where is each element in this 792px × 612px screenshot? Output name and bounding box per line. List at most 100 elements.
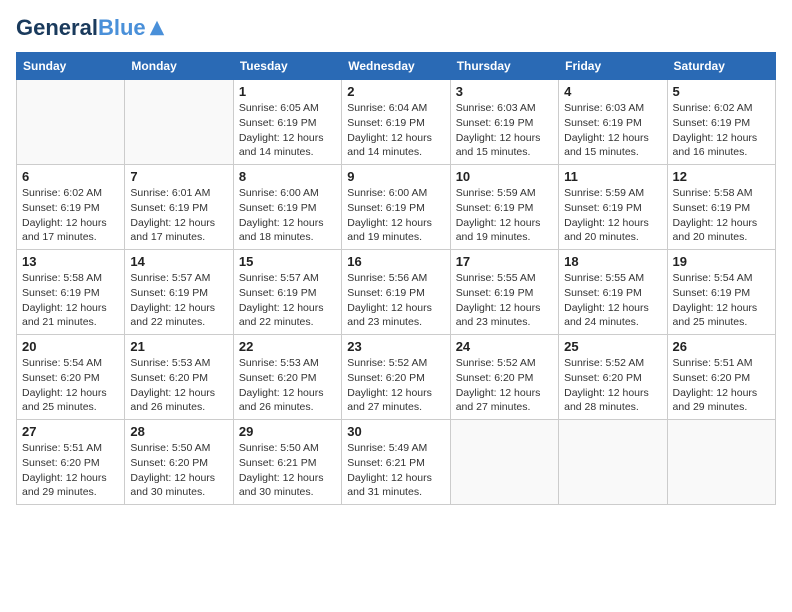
calendar-cell: 11 Sunrise: 5:59 AM Sunset: 6:19 PM Dayli… [559, 165, 667, 250]
logo-icon [148, 19, 166, 37]
day-number: 6 [22, 169, 119, 184]
day-info: Sunrise: 5:52 AM Sunset: 6:20 PM Dayligh… [456, 356, 553, 415]
calendar-cell: 18Sunrise: 5:55 AM Sunset: 6:19 PM Dayli… [559, 250, 667, 335]
weekday-header-tuesday: Tuesday [233, 53, 341, 80]
calendar-cell: 4 Sunrise: 6:03 AM Sunset: 6:19 PM Daylig… [559, 80, 667, 165]
calendar-cell: 25 Sunrise: 5:52 AM Sunset: 6:20 PM Dayli… [559, 335, 667, 420]
weekday-header-thursday: Thursday [450, 53, 558, 80]
day-info: Sunrise: 5:57 AM Sunset: 6:19 PM Dayligh… [130, 271, 227, 330]
day-number: 11 [564, 169, 661, 184]
day-info: Sunrise: 5:55 AM Sunset: 6:19 PM Dayligh… [564, 271, 661, 330]
calendar-cell: 10 Sunrise: 5:59 AM Sunset: 6:19 PM Dayli… [450, 165, 558, 250]
day-info: Sunrise: 5:50 AM Sunset: 6:20 PM Dayligh… [130, 441, 227, 500]
day-number: 23 [347, 339, 444, 354]
day-info: Sunrise: 5:53 AM Sunset: 6:20 PM Dayligh… [239, 356, 336, 415]
logo: GeneralBlue [16, 16, 166, 40]
calendar-cell: 22 Sunrise: 5:53 AM Sunset: 6:20 PM Dayli… [233, 335, 341, 420]
calendar-cell [125, 80, 233, 165]
weekday-header-friday: Friday [559, 53, 667, 80]
week-row-3: 13Sunrise: 5:58 AM Sunset: 6:19 PM Dayli… [17, 250, 776, 335]
day-info: Sunrise: 6:05 AM Sunset: 6:19 PM Dayligh… [239, 101, 336, 160]
calendar-cell: 1 Sunrise: 6:05 AM Sunset: 6:19 PM Daylig… [233, 80, 341, 165]
weekday-header-wednesday: Wednesday [342, 53, 450, 80]
week-row-5: 27 Sunrise: 5:51 AM Sunset: 6:20 PM Dayli… [17, 420, 776, 505]
day-number: 22 [239, 339, 336, 354]
calendar-cell [559, 420, 667, 505]
day-number: 29 [239, 424, 336, 439]
calendar-cell: 27 Sunrise: 5:51 AM Sunset: 6:20 PM Dayli… [17, 420, 125, 505]
day-number: 14 [130, 254, 227, 269]
calendar-cell: 3 Sunrise: 6:03 AM Sunset: 6:19 PM Daylig… [450, 80, 558, 165]
calendar-cell: 26 Sunrise: 5:51 AM Sunset: 6:20 PM Dayli… [667, 335, 775, 420]
day-number: 24 [456, 339, 553, 354]
day-number: 9 [347, 169, 444, 184]
day-number: 21 [130, 339, 227, 354]
day-info: Sunrise: 5:52 AM Sunset: 6:20 PM Dayligh… [564, 356, 661, 415]
calendar-cell: 19 Sunrise: 5:54 AM Sunset: 6:19 PM Dayli… [667, 250, 775, 335]
day-number: 27 [22, 424, 119, 439]
day-info: Sunrise: 6:03 AM Sunset: 6:19 PM Dayligh… [456, 101, 553, 160]
day-info: Sunrise: 5:52 AM Sunset: 6:20 PM Dayligh… [347, 356, 444, 415]
day-info: Sunrise: 6:01 AM Sunset: 6:19 PM Dayligh… [130, 186, 227, 245]
day-number: 8 [239, 169, 336, 184]
day-number: 2 [347, 84, 444, 99]
day-info: Sunrise: 5:55 AM Sunset: 6:19 PM Dayligh… [456, 271, 553, 330]
calendar-cell: 5 Sunrise: 6:02 AM Sunset: 6:19 PM Daylig… [667, 80, 775, 165]
calendar-cell: 14 Sunrise: 5:57 AM Sunset: 6:19 PM Dayli… [125, 250, 233, 335]
calendar-cell: 23 Sunrise: 5:52 AM Sunset: 6:20 PM Dayli… [342, 335, 450, 420]
day-number: 3 [456, 84, 553, 99]
day-info: Sunrise: 5:58 AM Sunset: 6:19 PM Dayligh… [22, 271, 119, 330]
week-row-4: 20 Sunrise: 5:54 AM Sunset: 6:20 PM Dayli… [17, 335, 776, 420]
day-info: Sunrise: 5:49 AM Sunset: 6:21 PM Dayligh… [347, 441, 444, 500]
day-info: Sunrise: 5:51 AM Sunset: 6:20 PM Dayligh… [673, 356, 770, 415]
day-info: Sunrise: 6:00 AM Sunset: 6:19 PM Dayligh… [347, 186, 444, 245]
day-number: 17 [456, 254, 553, 269]
day-number: 25 [564, 339, 661, 354]
calendar-cell: 29 Sunrise: 5:50 AM Sunset: 6:21 PM Dayli… [233, 420, 341, 505]
weekday-header-row: SundayMondayTuesdayWednesdayThursdayFrid… [17, 53, 776, 80]
calendar-cell [450, 420, 558, 505]
weekday-header-sunday: Sunday [17, 53, 125, 80]
day-number: 30 [347, 424, 444, 439]
calendar-cell: 16Sunrise: 5:56 AM Sunset: 6:19 PM Dayli… [342, 250, 450, 335]
day-number: 5 [673, 84, 770, 99]
calendar-cell: 6 Sunrise: 6:02 AM Sunset: 6:19 PM Daylig… [17, 165, 125, 250]
day-info: Sunrise: 5:54 AM Sunset: 6:19 PM Dayligh… [673, 271, 770, 330]
day-info: Sunrise: 5:51 AM Sunset: 6:20 PM Dayligh… [22, 441, 119, 500]
day-number: 7 [130, 169, 227, 184]
day-info: Sunrise: 6:02 AM Sunset: 6:19 PM Dayligh… [22, 186, 119, 245]
calendar-table: SundayMondayTuesdayWednesdayThursdayFrid… [16, 52, 776, 505]
weekday-header-saturday: Saturday [667, 53, 775, 80]
calendar-cell: 28 Sunrise: 5:50 AM Sunset: 6:20 PM Dayli… [125, 420, 233, 505]
calendar-cell: 9 Sunrise: 6:00 AM Sunset: 6:19 PM Daylig… [342, 165, 450, 250]
calendar-cell: 30 Sunrise: 5:49 AM Sunset: 6:21 PM Dayli… [342, 420, 450, 505]
day-number: 1 [239, 84, 336, 99]
day-number: 12 [673, 169, 770, 184]
day-info: Sunrise: 6:02 AM Sunset: 6:19 PM Dayligh… [673, 101, 770, 160]
calendar-cell: 15 Sunrise: 5:57 AM Sunset: 6:19 PM Dayli… [233, 250, 341, 335]
day-number: 20 [22, 339, 119, 354]
day-info: Sunrise: 6:03 AM Sunset: 6:19 PM Dayligh… [564, 101, 661, 160]
day-info: Sunrise: 5:58 AM Sunset: 6:19 PM Dayligh… [673, 186, 770, 245]
day-info: Sunrise: 5:57 AM Sunset: 6:19 PM Dayligh… [239, 271, 336, 330]
day-info: Sunrise: 5:59 AM Sunset: 6:19 PM Dayligh… [456, 186, 553, 245]
day-number: 28 [130, 424, 227, 439]
day-number: 19 [673, 254, 770, 269]
calendar-cell: 20 Sunrise: 5:54 AM Sunset: 6:20 PM Dayli… [17, 335, 125, 420]
logo-text: GeneralBlue [16, 16, 146, 40]
calendar-cell: 7 Sunrise: 6:01 AM Sunset: 6:19 PM Daylig… [125, 165, 233, 250]
day-number: 26 [673, 339, 770, 354]
day-info: Sunrise: 5:54 AM Sunset: 6:20 PM Dayligh… [22, 356, 119, 415]
day-number: 10 [456, 169, 553, 184]
day-info: Sunrise: 5:59 AM Sunset: 6:19 PM Dayligh… [564, 186, 661, 245]
day-info: Sunrise: 6:04 AM Sunset: 6:19 PM Dayligh… [347, 101, 444, 160]
day-number: 4 [564, 84, 661, 99]
day-number: 15 [239, 254, 336, 269]
day-info: Sunrise: 6:00 AM Sunset: 6:19 PM Dayligh… [239, 186, 336, 245]
calendar-cell [17, 80, 125, 165]
calendar-cell: 21Sunrise: 5:53 AM Sunset: 6:20 PM Dayli… [125, 335, 233, 420]
calendar-cell: 24 Sunrise: 5:52 AM Sunset: 6:20 PM Dayli… [450, 335, 558, 420]
week-row-1: 1 Sunrise: 6:05 AM Sunset: 6:19 PM Daylig… [17, 80, 776, 165]
calendar-cell: 2 Sunrise: 6:04 AM Sunset: 6:19 PM Daylig… [342, 80, 450, 165]
day-info: Sunrise: 5:50 AM Sunset: 6:21 PM Dayligh… [239, 441, 336, 500]
